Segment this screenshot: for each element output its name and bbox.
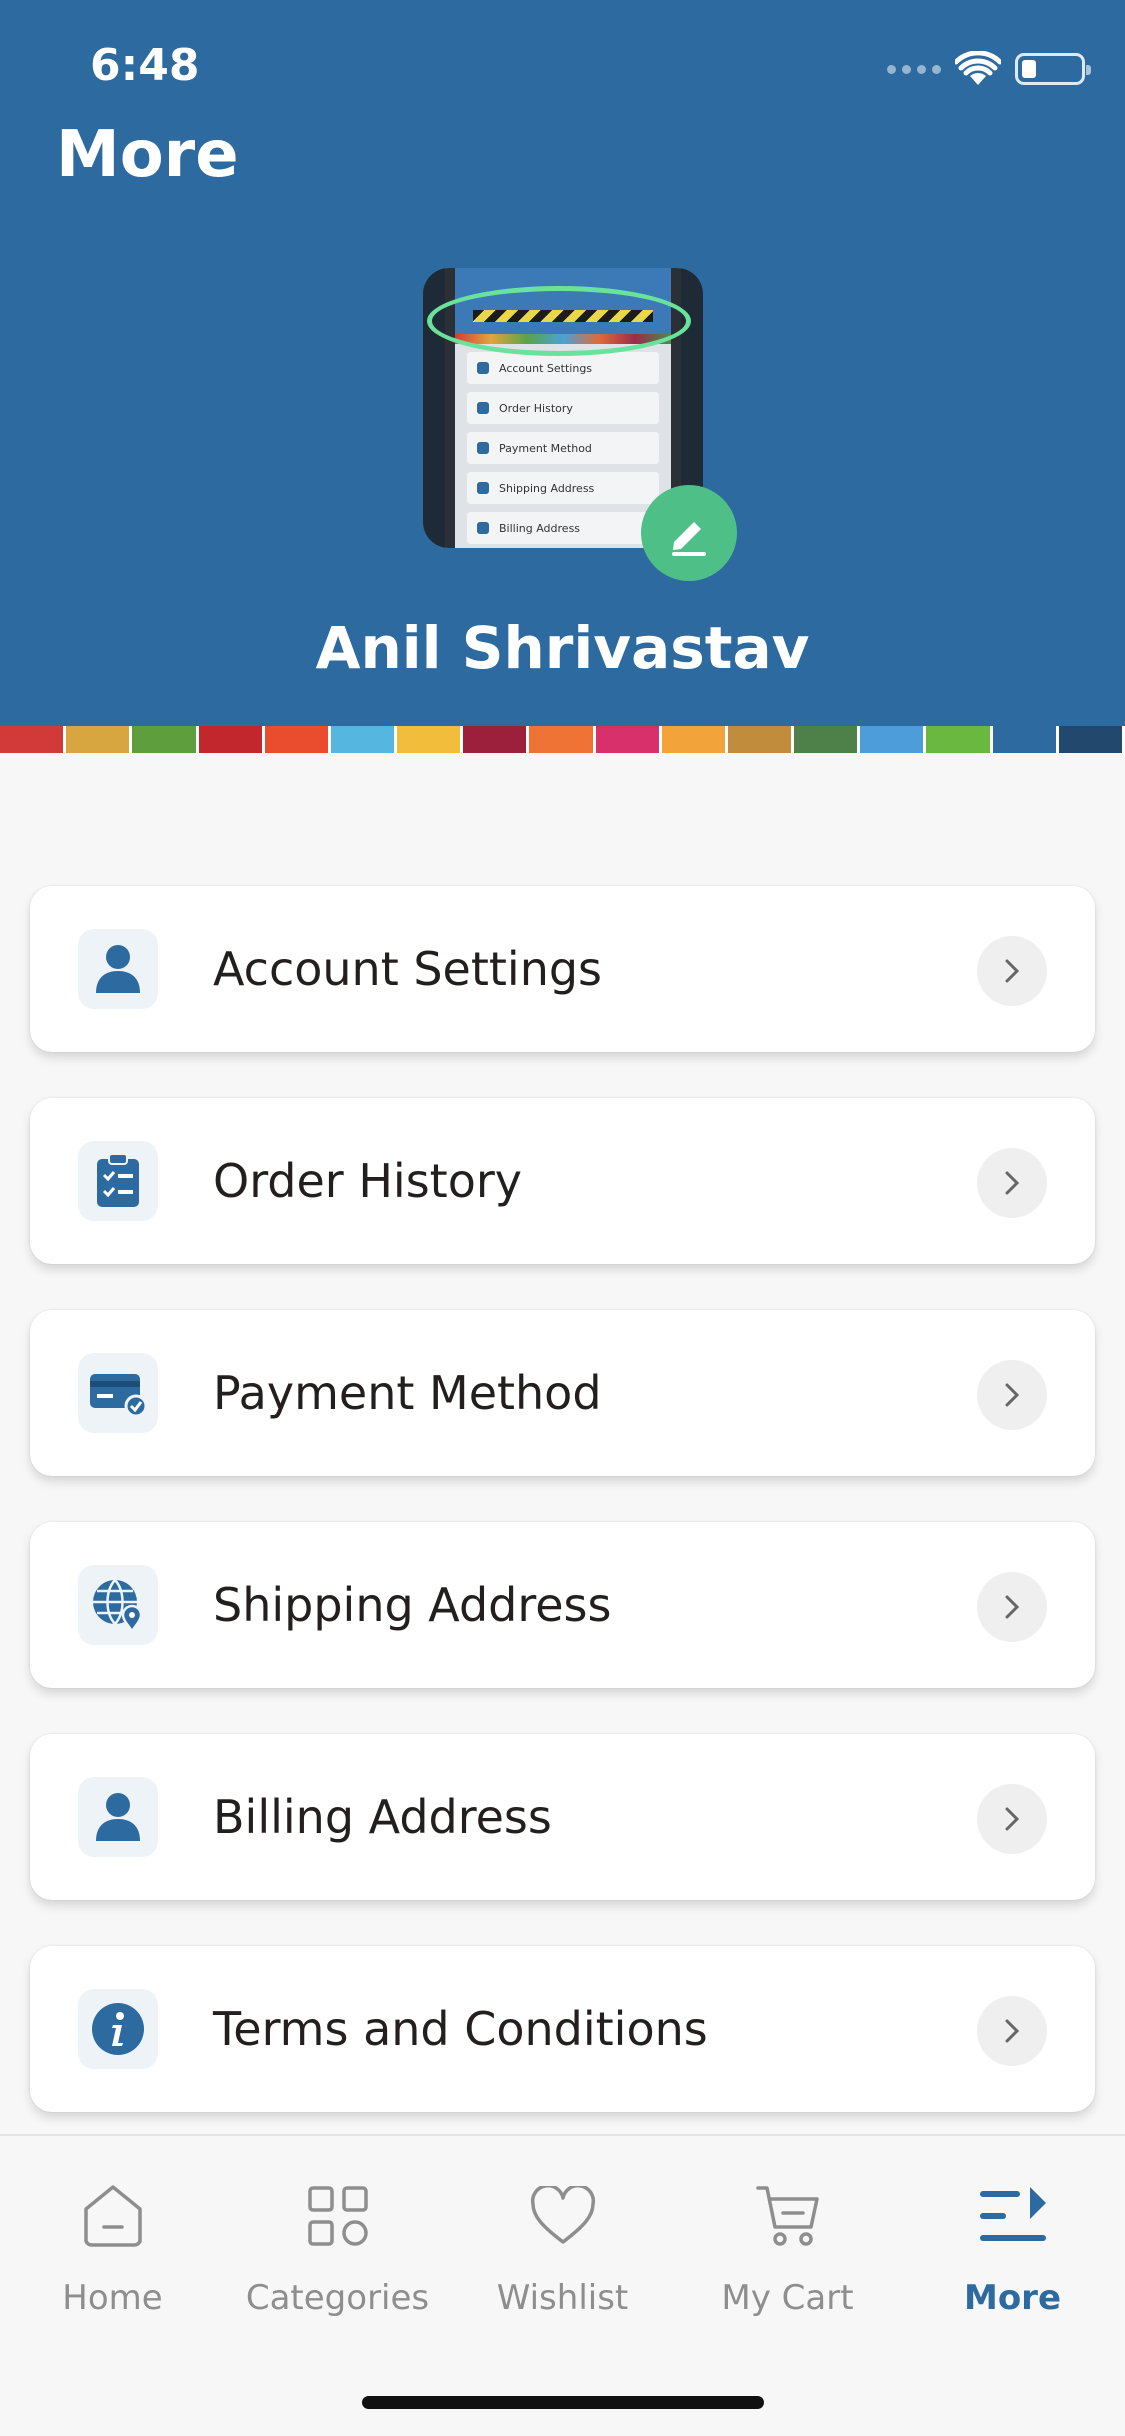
home-indicator (362, 2396, 764, 2409)
nav-categories[interactable]: Categories (225, 2176, 450, 2318)
color-strip-segment (132, 726, 199, 753)
color-strip-segment (198, 726, 265, 753)
nav-home[interactable]: Home (0, 2176, 225, 2318)
more-menu-icon (900, 2176, 1125, 2256)
color-strip-segment (860, 726, 927, 753)
categories-icon (225, 2176, 450, 2256)
chevron-right-icon (977, 1572, 1047, 1642)
pencil-icon (672, 522, 706, 556)
color-strip-segment (1058, 726, 1125, 753)
nav-more[interactable]: More (900, 2176, 1125, 2318)
status-icons (887, 48, 1091, 90)
heart-icon (450, 2176, 675, 2256)
color-strip-segment (264, 726, 331, 753)
info-icon (92, 2003, 144, 2055)
chevron-right-icon (977, 1360, 1047, 1430)
nav-label: My Cart (721, 2278, 854, 2318)
color-strip-segment (0, 726, 67, 753)
nav-label: Wishlist (496, 2278, 629, 2318)
color-strip-segment (397, 726, 464, 753)
menu-item-label: Account Settings (213, 942, 603, 996)
chevron-right-icon (977, 1996, 1047, 2066)
color-strip-segment (727, 726, 795, 753)
menu-item-label: Billing Address (213, 1790, 552, 1844)
battery-icon (1015, 53, 1091, 85)
cart-icon (675, 2176, 900, 2256)
profile-header: 6:48 More Account Settings Order History… (0, 0, 1125, 726)
nav-label: Home (62, 2278, 163, 2318)
wifi-icon (955, 51, 1001, 85)
home-icon (0, 2176, 225, 2256)
credit-card-icon (90, 1374, 148, 1418)
user-name: Anil Shrivastav (315, 614, 810, 682)
menu-item-label: Payment Method (213, 1366, 602, 1420)
chevron-right-icon (977, 1784, 1047, 1854)
nav-wishlist[interactable]: Wishlist (450, 2176, 675, 2318)
chevron-right-icon (977, 1148, 1047, 1218)
clipboard-check-icon (97, 1153, 139, 1207)
menu-item-label: Order History (213, 1154, 522, 1208)
status-time: 6:48 (90, 40, 200, 91)
globe-location-icon (93, 1579, 143, 1633)
menu-item-label: Terms and Conditions (213, 2002, 708, 2056)
user-icon (96, 1793, 140, 1841)
menu-item-billing-address[interactable]: Billing Address (30, 1734, 1095, 1900)
chevron-right-icon (977, 936, 1047, 1006)
color-strip-segment (992, 726, 1059, 753)
user-icon (96, 945, 140, 993)
edit-profile-button[interactable] (641, 485, 737, 581)
signal-icon (887, 64, 941, 74)
color-strip-segment (330, 726, 398, 753)
menu-item-payment-method[interactable]: Payment Method (30, 1310, 1095, 1476)
bottom-nav: Home Categories Wishlist My Cart More (0, 2134, 1125, 2436)
color-strip-segment (529, 726, 596, 753)
color-strip-segment (66, 726, 133, 753)
nav-label: More (963, 2278, 1062, 2318)
menu-item-account-settings[interactable]: Account Settings (30, 886, 1095, 1052)
color-strip-segment (595, 726, 662, 753)
color-strip-segment (794, 726, 861, 753)
color-strip-segment (463, 726, 530, 753)
menu-item-shipping-address[interactable]: Shipping Address (30, 1522, 1095, 1688)
color-strip (0, 726, 1125, 753)
color-strip-segment (926, 726, 993, 753)
menu-item-terms-and-conditions[interactable]: Terms and Conditions (30, 1946, 1095, 2112)
nav-my-cart[interactable]: My Cart (675, 2176, 900, 2318)
menu-item-order-history[interactable]: Order History (30, 1098, 1095, 1264)
color-strip-segment (661, 726, 728, 753)
nav-label: Categories (245, 2278, 430, 2318)
page-title: More (56, 118, 239, 192)
menu-item-label: Shipping Address (213, 1578, 612, 1632)
